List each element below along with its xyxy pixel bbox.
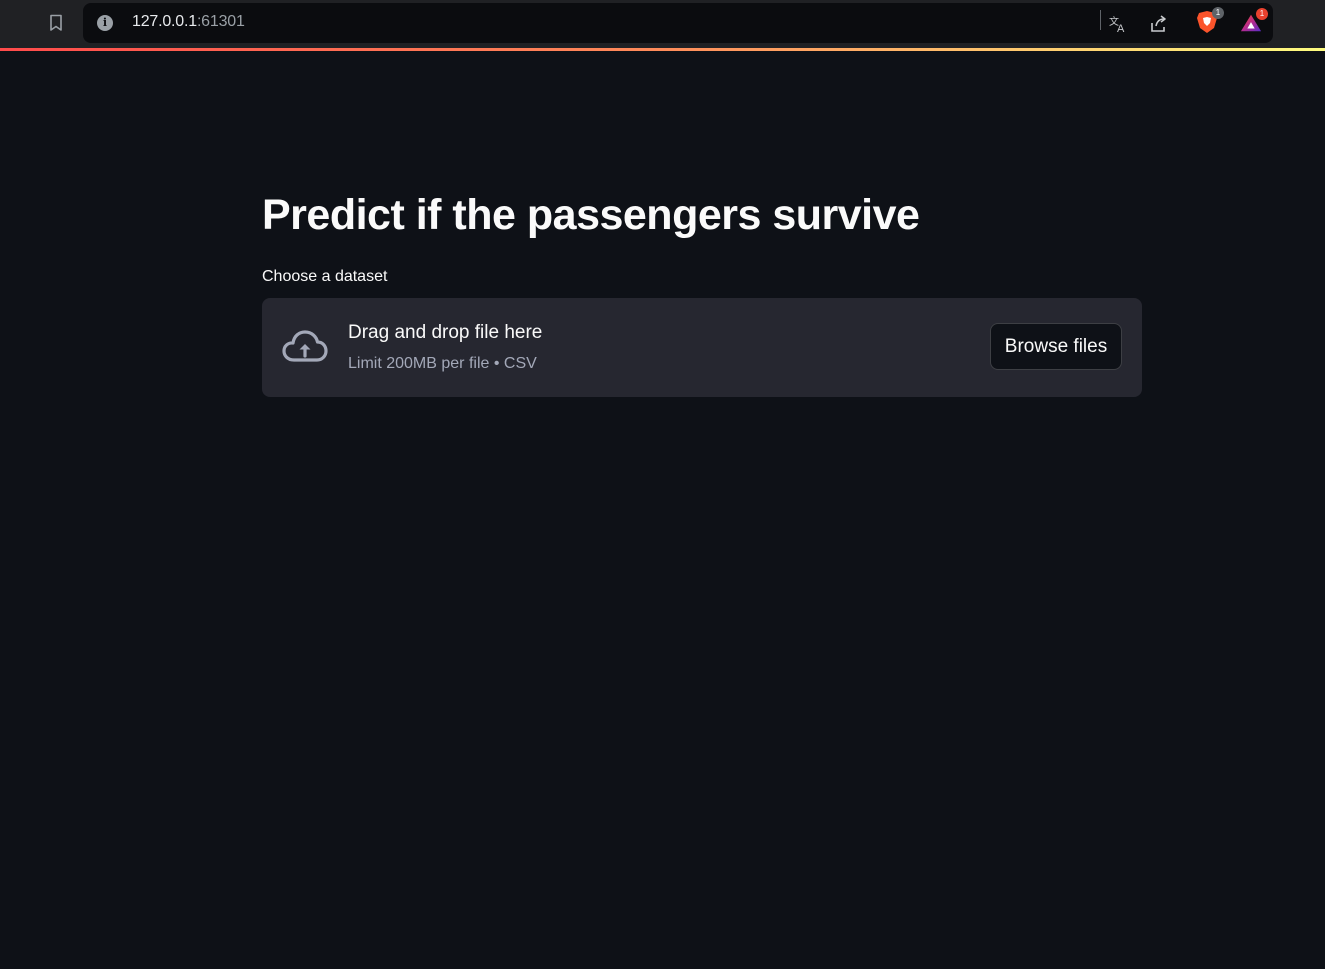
- browse-files-button[interactable]: Browse files: [990, 323, 1122, 370]
- bookmark-icon[interactable]: [46, 12, 66, 34]
- header-accent-line: [0, 48, 1325, 51]
- dropzone-subtitle: Limit 200MB per file • CSV: [348, 355, 537, 372]
- share-icon[interactable]: [1147, 13, 1169, 35]
- toolbar-divider: [1100, 10, 1101, 30]
- cloud-upload-icon: [281, 328, 329, 366]
- page-title: Predict if the passengers survive: [262, 191, 920, 239]
- rewards-badge: 1: [1256, 8, 1268, 20]
- dropzone-title: Drag and drop file here: [348, 322, 543, 343]
- url-host: 127.0.0.1: [132, 13, 197, 30]
- svg-text:A: A: [1117, 23, 1125, 34]
- brave-shields-icon[interactable]: 1: [1196, 7, 1224, 33]
- browser-toolbar: i 127.0.0.1:61301 文 A 1 1: [0, 0, 1325, 48]
- file-uploader-label: Choose a dataset: [262, 268, 388, 285]
- translate-icon[interactable]: 文 A: [1107, 13, 1129, 35]
- brave-rewards-icon[interactable]: 1: [1240, 8, 1268, 34]
- address-bar[interactable]: i 127.0.0.1:61301 文 A: [83, 3, 1273, 43]
- file-dropzone[interactable]: Drag and drop file here Limit 200MB per …: [262, 298, 1142, 397]
- url-text[interactable]: 127.0.0.1:61301: [132, 13, 245, 31]
- site-info-icon[interactable]: i: [97, 15, 113, 31]
- url-port: :61301: [196, 13, 245, 30]
- brave-badge: 1: [1212, 7, 1224, 19]
